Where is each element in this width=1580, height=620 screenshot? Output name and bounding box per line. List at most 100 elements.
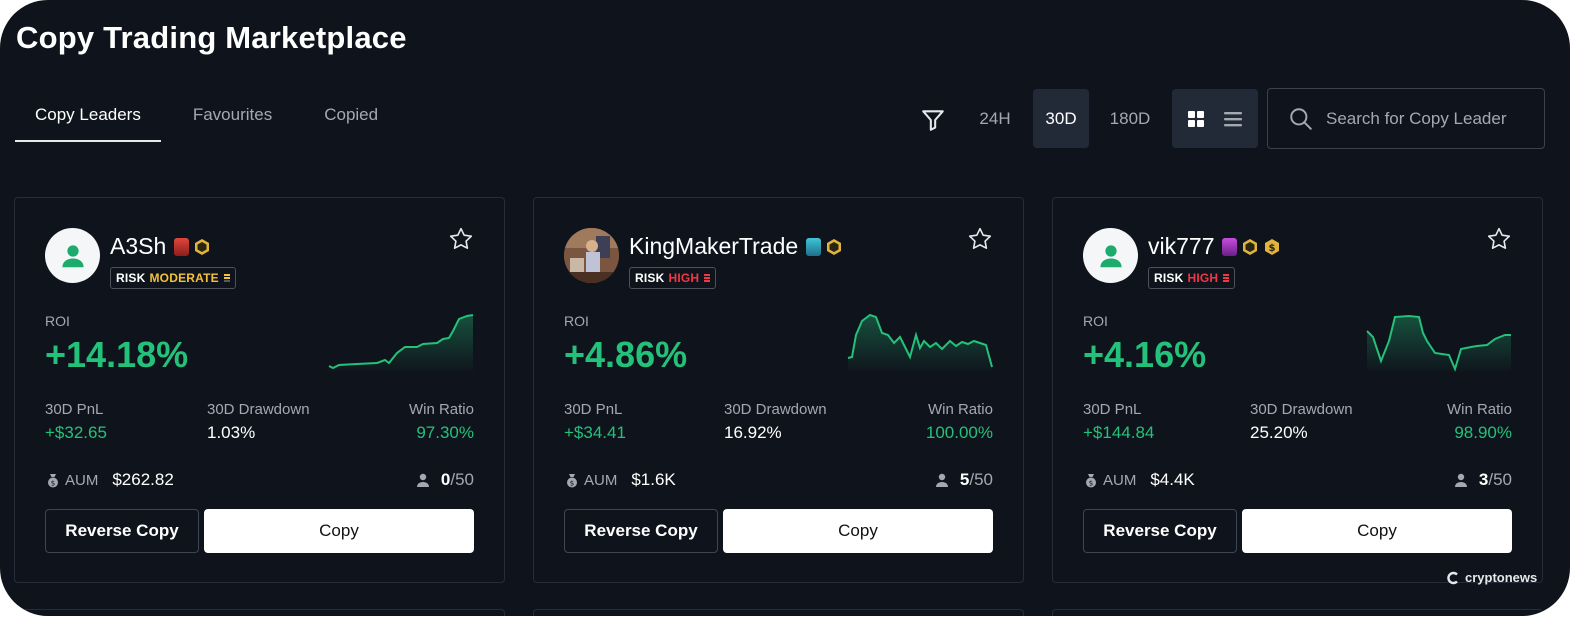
win-ratio-stat: Win Ratio 97.30% bbox=[408, 401, 474, 442]
tab-copy-leaders[interactable]: Copy Leaders bbox=[15, 90, 161, 142]
default-user-icon bbox=[61, 244, 84, 267]
leader-card-partial bbox=[1052, 609, 1543, 616]
pnl-value: +$32.65 bbox=[45, 423, 107, 442]
risk-level: HIGH bbox=[1187, 271, 1219, 285]
risk-bars-icon bbox=[704, 274, 711, 282]
copy-button[interactable]: Copy bbox=[204, 509, 474, 553]
risk-badge: RISK MODERATE bbox=[110, 267, 236, 289]
period-180d[interactable]: 180D bbox=[1098, 89, 1162, 148]
pnl-stat: 30D PnL +$34.41 bbox=[564, 401, 626, 442]
search-icon bbox=[1290, 107, 1312, 130]
leader-name-row: A3Sh bbox=[110, 233, 211, 260]
reverse-copy-button[interactable]: Reverse Copy bbox=[1083, 509, 1237, 553]
reverse-copy-button[interactable]: Reverse Copy bbox=[45, 509, 199, 553]
view-toggle bbox=[1172, 89, 1258, 148]
win-ratio-value: 98.90% bbox=[1454, 423, 1512, 442]
aum-row: $ AUM $4.4K bbox=[1083, 470, 1195, 490]
gold-shield-badge-icon bbox=[193, 238, 211, 256]
leader-name[interactable]: KingMakerTrade bbox=[629, 233, 798, 260]
leader-name[interactable]: vik777 bbox=[1148, 233, 1214, 260]
aum-value: $1.6K bbox=[631, 470, 676, 489]
period-24h[interactable]: 24H bbox=[966, 89, 1024, 148]
risk-level: HIGH bbox=[668, 271, 700, 285]
amethyst-badge-icon bbox=[1222, 237, 1238, 256]
grid-view-icon[interactable] bbox=[1186, 109, 1206, 129]
win-ratio-value: 100.00% bbox=[925, 423, 993, 442]
favourite-star-icon[interactable] bbox=[1486, 226, 1512, 257]
drawdown-stat: 30D Drawdown 25.20% bbox=[1250, 401, 1353, 442]
leader-card-partial bbox=[533, 609, 1024, 616]
roi-value: +14.18% bbox=[45, 334, 189, 375]
drawdown-value: 1.03% bbox=[207, 423, 256, 442]
aum-label: AUM bbox=[584, 471, 618, 489]
period-30d[interactable]: 30D bbox=[1033, 89, 1089, 148]
risk-badge: RISK HIGH bbox=[1148, 267, 1236, 289]
aum-label: AUM bbox=[1103, 471, 1137, 489]
roi-value: +4.16% bbox=[1083, 334, 1207, 375]
risk-bars-icon bbox=[1223, 274, 1230, 282]
leader-name-row: vik777 $ bbox=[1148, 233, 1281, 260]
favourite-star-icon[interactable] bbox=[967, 226, 993, 257]
pnl-stat: 30D PnL +$32.65 bbox=[45, 401, 107, 442]
watermark: cryptonews bbox=[1446, 570, 1537, 585]
user-icon bbox=[416, 473, 429, 487]
leader-name-row: KingMakerTrade bbox=[629, 233, 843, 260]
roi-sparkline bbox=[847, 313, 993, 373]
roi-label: ROI bbox=[1083, 313, 1108, 329]
avatar bbox=[1083, 228, 1138, 283]
cryptonews-logo-icon bbox=[1447, 571, 1458, 584]
tab-favourites[interactable]: Favourites bbox=[173, 90, 292, 142]
aum-value: $4.4K bbox=[1150, 470, 1195, 489]
badge-group bbox=[174, 237, 211, 256]
avatar bbox=[45, 228, 100, 283]
copiers-count: 5/50 bbox=[934, 470, 993, 490]
risk-badge: RISK HIGH bbox=[629, 267, 717, 289]
roi-sparkline bbox=[328, 314, 474, 373]
gold-shield-badge-icon bbox=[1241, 238, 1259, 256]
copy-button[interactable]: Copy bbox=[723, 509, 993, 553]
search-box bbox=[1267, 88, 1545, 149]
drawdown-value: 16.92% bbox=[724, 423, 782, 442]
svg-text:$: $ bbox=[51, 480, 55, 488]
roi-sparkline bbox=[1366, 314, 1511, 373]
favourite-star-icon[interactable] bbox=[448, 226, 474, 257]
leader-card: vik777 $ RISK HIGH ROI +4.16% 30D PnL +$… bbox=[1052, 197, 1543, 583]
win-ratio-value: 97.30% bbox=[416, 423, 474, 442]
filter-icon bbox=[922, 110, 944, 131]
drawdown-value: 25.20% bbox=[1250, 423, 1308, 442]
svg-text:$: $ bbox=[1089, 480, 1093, 488]
reverse-copy-button[interactable]: Reverse Copy bbox=[564, 509, 718, 553]
roi-value: +4.86% bbox=[564, 334, 688, 375]
aum-row: $ AUM $1.6K bbox=[564, 470, 676, 490]
svg-text:$: $ bbox=[570, 480, 574, 488]
badge-group: $ bbox=[1222, 237, 1281, 256]
ruby-badge-icon bbox=[174, 237, 190, 256]
copy-button[interactable]: Copy bbox=[1242, 509, 1512, 553]
pnl-value: +$144.84 bbox=[1083, 423, 1155, 442]
risk-bars-icon bbox=[223, 274, 230, 282]
default-user-icon bbox=[1099, 244, 1122, 267]
leader-card: KingMakerTrade RISK HIGH ROI +4.86% 30D … bbox=[533, 197, 1024, 583]
badge-group bbox=[806, 237, 843, 256]
avatar bbox=[564, 228, 619, 283]
list-view-icon[interactable] bbox=[1222, 109, 1244, 129]
aum-label: AUM bbox=[65, 471, 99, 489]
gold-dollar-badge-icon: $ bbox=[1263, 238, 1281, 256]
leader-name[interactable]: A3Sh bbox=[110, 233, 166, 260]
search-input[interactable] bbox=[1326, 108, 1536, 129]
aum-row: $ AUM $262.82 bbox=[45, 470, 174, 490]
leader-card-partial bbox=[14, 609, 505, 616]
drawdown-stat: 30D Drawdown 1.03% bbox=[207, 401, 310, 442]
copiers-count: 3/50 bbox=[1453, 470, 1512, 490]
aum-value: $262.82 bbox=[112, 470, 174, 489]
tab-bar: Copy Leaders Favourites Copied bbox=[15, 90, 398, 142]
profile-photo bbox=[564, 228, 619, 283]
user-icon bbox=[935, 473, 948, 487]
app-frame: Copy Trading Marketplace Copy Leaders Fa… bbox=[0, 0, 1570, 616]
pnl-stat: 30D PnL +$144.84 bbox=[1083, 401, 1155, 442]
drawdown-stat: 30D Drawdown 16.92% bbox=[724, 401, 827, 442]
tab-copied[interactable]: Copied bbox=[304, 90, 398, 142]
aqua-badge-icon bbox=[806, 237, 822, 256]
filter-button[interactable] bbox=[914, 101, 952, 139]
money-bag-icon: $ bbox=[1086, 474, 1096, 488]
